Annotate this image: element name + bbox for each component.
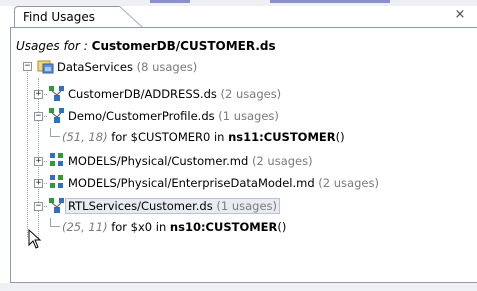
model-grid-icon [50,153,63,166]
tree-item-name: MODELS/Physical/Customer.md [68,154,249,168]
mouse-pointer-icon [28,229,42,249]
tree-item-name: RTLServices/Customer.ds [68,199,213,213]
usage-location: (51, 18) [62,130,108,144]
tab-find-usages[interactable]: Find Usages [14,6,120,28]
tree-item-name: MODELS/Physical/EnterpriseDataModel.md [68,176,315,190]
usage-row[interactable]: (25, 11) for $x0 in ns10:CUSTOMER() [62,218,286,236]
tree-root-name: DataServices [57,60,133,74]
usage-suffix: () [277,220,287,234]
expand-toggle[interactable]: + [34,179,43,188]
close-icon[interactable]: × [453,8,467,22]
edge-mark [270,0,390,3]
tree-root-row[interactable]: DataServices (8 usages) [57,58,197,76]
usage-suffix: () [335,130,345,144]
usage-text: for $x0 in [107,220,170,234]
dataservice-icon [49,86,64,101]
tree-item[interactable]: MODELS/Physical/Customer.md (2 usages) [68,152,313,170]
usage-count: (8 usages) [136,60,198,74]
usage-location: (25, 11) [62,220,108,234]
tree-item[interactable]: MODELS/Physical/EnterpriseDataModel.md (… [68,174,379,192]
usage-target: ns10:CUSTOMER [169,220,278,234]
tab-slope [119,6,143,28]
header-value: CustomerDB/CUSTOMER.ds [91,39,276,53]
expand-toggle[interactable]: + [34,157,43,166]
collapse-toggle[interactable]: − [23,62,32,71]
tree-item-selected[interactable]: RTLServices/Customer.ds (1 usages) [65,197,281,215]
tree-item[interactable]: Demo/CustomerProfile.ds (1 usages) [68,107,279,125]
bottom-window-edge [0,283,477,291]
usage-target: ns11:CUSTOMER [228,130,336,144]
dataservice-icon [49,198,64,213]
usage-count: (1 usages) [216,199,278,213]
tab-title: Find Usages [23,10,96,24]
usage-connector [50,128,60,137]
usage-connector [50,218,60,227]
usage-count: (1 usages) [218,109,279,123]
dataservices-folder-icon [37,60,54,74]
selection-highlight: RTLServices/Customer.ds (1 usages) [65,198,281,214]
collapse-toggle[interactable]: − [34,112,43,121]
tree-item-name: Demo/CustomerProfile.ds [68,109,215,123]
expand-toggle[interactable]: + [34,90,43,99]
usage-text: for $CUSTOMER0 in [107,130,229,144]
header-label: Usages for : [16,39,92,53]
usage-count: (2 usages) [251,154,313,168]
collapse-toggle[interactable]: − [34,202,43,211]
usage-count: (2 usages) [318,176,379,190]
tree-item[interactable]: CustomerDB/ADDRESS.ds (2 usages) [68,85,281,103]
usages-header: Usages for : CustomerDB/CUSTOMER.ds [16,38,276,54]
usage-count: (2 usages) [220,87,282,101]
dataservice-icon [49,108,64,123]
tree-item-name: CustomerDB/ADDRESS.ds [68,87,217,101]
edge-mark [150,0,190,3]
tree-line [27,63,28,237]
usage-row[interactable]: (51, 18) for $CUSTOMER0 in ns11:CUSTOMER… [62,128,345,146]
model-grid-icon [50,175,63,188]
